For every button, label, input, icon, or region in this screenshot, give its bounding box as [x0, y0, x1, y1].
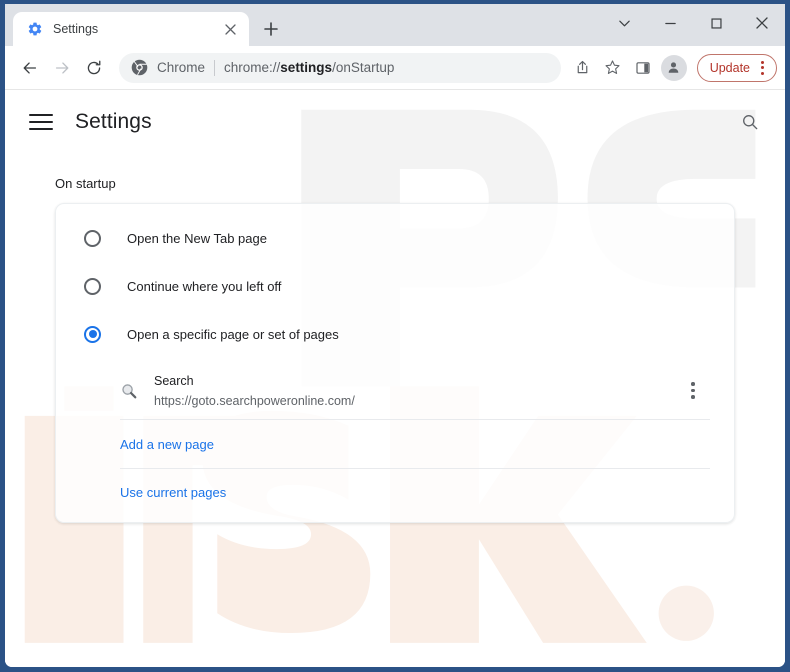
avatar[interactable] — [660, 54, 687, 81]
chrome-logo-icon — [131, 59, 148, 76]
share-button[interactable] — [569, 54, 597, 82]
startup-page-text: Search https://goto.searchpoweronline.co… — [154, 371, 664, 411]
window-frame: Settings Chrome chrome://settings/onStar… — [0, 0, 790, 672]
chrome-menu-icon[interactable] — [752, 57, 772, 79]
on-startup-card: Open the New Tab page Continue where you… — [55, 203, 735, 523]
radio-button[interactable] — [84, 277, 101, 295]
use-current-pages-link[interactable]: Use current pages — [120, 468, 710, 516]
omnibox-separator — [214, 59, 216, 76]
close-icon — [756, 17, 768, 29]
settings-content: On startup Open the New Tab page Continu… — [5, 154, 785, 523]
chevron-down-icon — [618, 20, 630, 26]
back-button[interactable] — [15, 53, 45, 83]
close-window-button[interactable] — [739, 4, 785, 42]
plus-icon — [264, 22, 278, 36]
page-title: Settings — [75, 110, 152, 133]
option-label: Continue where you left off — [127, 278, 282, 294]
option-label: Open a specific page or set of pages — [127, 326, 339, 342]
startup-option-new-tab[interactable]: Open the New Tab page — [56, 214, 734, 262]
close-icon — [224, 23, 236, 35]
person-icon — [668, 62, 679, 73]
update-label: Update — [709, 60, 750, 75]
search-icon — [743, 115, 758, 130]
magnifier-icon — [122, 383, 137, 398]
side-panel-button[interactable] — [629, 54, 657, 82]
minimize-button[interactable] — [647, 4, 693, 42]
reload-button[interactable] — [79, 53, 109, 83]
option-label: Open the New Tab page — [127, 230, 267, 246]
arrow-right-icon — [55, 61, 69, 74]
tab-strip: Settings — [5, 4, 785, 46]
forward-button[interactable] — [47, 53, 77, 83]
browser-window: Settings Chrome chrome://settings/onStar… — [5, 4, 785, 667]
share-icon — [577, 60, 588, 74]
square-icon — [710, 17, 722, 29]
maximize-button[interactable] — [693, 4, 739, 42]
url-highlight: settings — [280, 60, 333, 75]
tab-search-button[interactable] — [601, 4, 647, 42]
minus-icon — [664, 22, 676, 24]
startup-option-continue[interactable]: Continue where you left off — [56, 262, 734, 310]
browser-tab[interactable]: Settings — [13, 12, 249, 46]
omnibox-chip-label: Chrome — [157, 60, 206, 75]
radio-button-selected[interactable] — [84, 325, 101, 343]
add-new-page-link[interactable]: Add a new page — [120, 420, 710, 468]
address-bar[interactable]: Chrome chrome://settings/onStartup — [119, 52, 561, 83]
startup-page-url: https://goto.searchpoweronline.com/ — [154, 393, 355, 408]
url-prefix: chrome:// — [224, 60, 281, 75]
bookmark-button[interactable] — [599, 54, 627, 82]
search-settings-button[interactable] — [737, 109, 763, 135]
omnibox-url[interactable]: chrome://settings/onStartup — [224, 60, 394, 75]
reload-icon — [87, 60, 101, 74]
tab-close-icon[interactable] — [221, 20, 239, 38]
hamburger-menu-icon[interactable] — [29, 110, 53, 134]
browser-toolbar: Chrome chrome://settings/onStartup Updat… — [5, 46, 785, 90]
window-controls — [601, 4, 785, 42]
update-button[interactable]: Update — [696, 53, 777, 82]
arrow-left-icon — [23, 61, 37, 74]
new-tab-button[interactable] — [257, 15, 285, 43]
settings-page: Settings On startup Open the New Tab pag… — [5, 90, 785, 667]
settings-header: Settings — [5, 90, 785, 154]
gear-icon — [28, 22, 42, 36]
tab-title: Settings — [53, 22, 99, 36]
star-icon — [605, 60, 620, 75]
side-panel-icon — [636, 61, 650, 74]
startup-option-specific-pages[interactable]: Open a specific page or set of pages — [56, 310, 734, 358]
use-current-pages-wrap: Use current pages — [56, 468, 734, 522]
startup-page-title: Search — [154, 373, 194, 388]
url-suffix: /onStartup — [332, 60, 395, 75]
startup-page-menu-button[interactable] — [680, 378, 706, 404]
radio-button[interactable] — [84, 229, 101, 247]
startup-page-row: Search https://goto.searchpoweronline.co… — [120, 362, 710, 420]
section-label: On startup — [55, 176, 116, 191]
